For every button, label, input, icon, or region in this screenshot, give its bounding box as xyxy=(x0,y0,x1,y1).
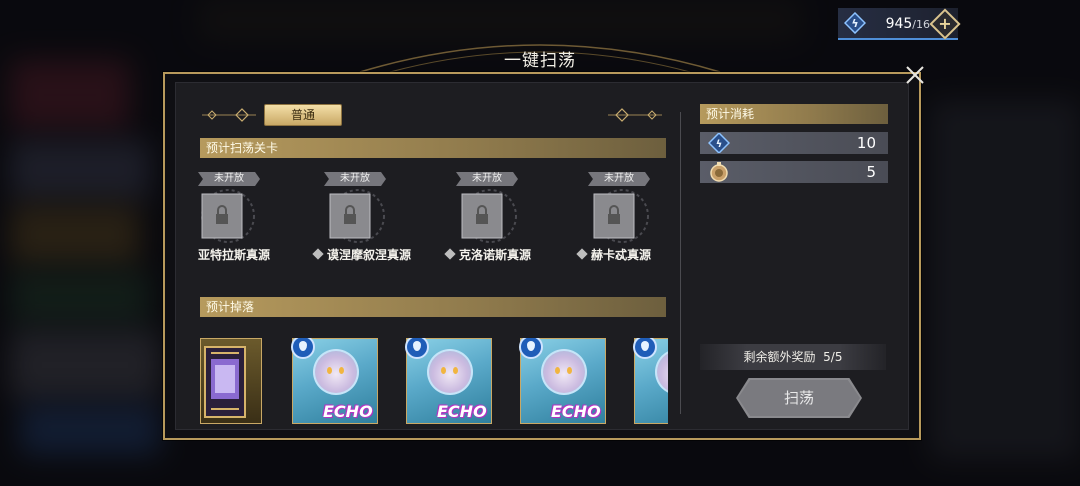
cost-value: 10 xyxy=(856,134,876,152)
echo-face xyxy=(553,367,575,377)
echo-face xyxy=(439,367,461,377)
stages-section-header: 预计扫荡关卡 xyxy=(200,138,666,158)
stage-name: 克洛诺斯真源 xyxy=(444,246,566,263)
locked-stage-icon xyxy=(201,189,255,243)
ticket-icon xyxy=(710,162,728,182)
status-badge: 未开放 xyxy=(588,172,650,186)
drop-item-card[interactable] xyxy=(200,338,262,424)
stage-name: 谟涅摩叙涅真源 xyxy=(312,246,434,263)
cost-row-stamina: ϟ 10 xyxy=(700,132,888,154)
water-element-icon xyxy=(291,338,315,359)
stamina-icon: ϟ xyxy=(844,12,866,34)
stage-card[interactable]: 未开放 克洛诺斯真源 xyxy=(444,172,566,264)
drops-list: ECHO ECHO ECHO xyxy=(200,338,668,426)
drop-echo-card[interactable] xyxy=(633,338,668,424)
item-icon xyxy=(204,346,246,418)
add-currency-button[interactable]: + xyxy=(929,8,961,40)
status-badge: 未开放 xyxy=(324,172,386,186)
echo-label: ECHO xyxy=(437,402,487,421)
dialog-title: 一键扫荡 xyxy=(504,51,576,71)
close-icon[interactable] xyxy=(902,62,928,88)
drops-section-header: 预计掉落 xyxy=(200,297,666,317)
diamond-icon xyxy=(444,248,456,260)
cost-section-header: 预计消耗 xyxy=(700,104,888,124)
cost-row-ticket: 5 xyxy=(700,161,888,183)
sweep-button[interactable]: 扫荡 xyxy=(736,378,862,418)
locked-stage-icon xyxy=(329,189,385,243)
ornament-right-icon xyxy=(608,108,662,122)
stage-name: 亚特拉斯真源 xyxy=(198,248,271,262)
cost-value: 5 xyxy=(866,163,876,181)
echo-label: ECHO xyxy=(551,402,601,421)
mode-tab-row: 普通 xyxy=(202,104,666,126)
extra-reward-counter: 剩余额外奖励 5/5 xyxy=(700,344,886,370)
drop-echo-card[interactable]: ECHO xyxy=(291,338,378,424)
svg-text:ϟ: ϟ xyxy=(716,139,723,150)
status-badge: 未开放 xyxy=(198,172,260,186)
diamond-icon xyxy=(576,248,588,260)
panel-divider xyxy=(680,112,681,414)
water-element-icon xyxy=(633,338,657,359)
currency-value: 945/16 xyxy=(885,16,930,32)
echo-label: ECHO xyxy=(323,402,373,421)
stage-card[interactable]: 未开放 谟涅摩叙涅真源 xyxy=(312,172,434,264)
currency-display: ϟ 945/16 + xyxy=(838,8,961,40)
water-element-icon xyxy=(405,338,429,359)
locked-stage-icon xyxy=(593,189,649,243)
tab-normal[interactable]: 普通 xyxy=(264,104,342,126)
echo-portrait xyxy=(655,349,668,395)
status-badge: 未开放 xyxy=(456,172,518,186)
water-element-icon xyxy=(519,338,543,359)
drop-echo-card[interactable]: ECHO xyxy=(405,338,492,424)
ornament-left-icon xyxy=(202,108,256,122)
locked-stage-icon xyxy=(461,189,517,243)
plus-icon: + xyxy=(938,14,952,33)
diamond-icon xyxy=(312,248,324,260)
drop-echo-card[interactable]: ECHO xyxy=(519,338,606,424)
svg-text:ϟ: ϟ xyxy=(851,17,858,30)
stamina-icon: ϟ xyxy=(708,133,730,153)
stage-card[interactable]: 未开放 亚特拉斯真源 xyxy=(198,172,318,264)
echo-face xyxy=(325,367,347,377)
